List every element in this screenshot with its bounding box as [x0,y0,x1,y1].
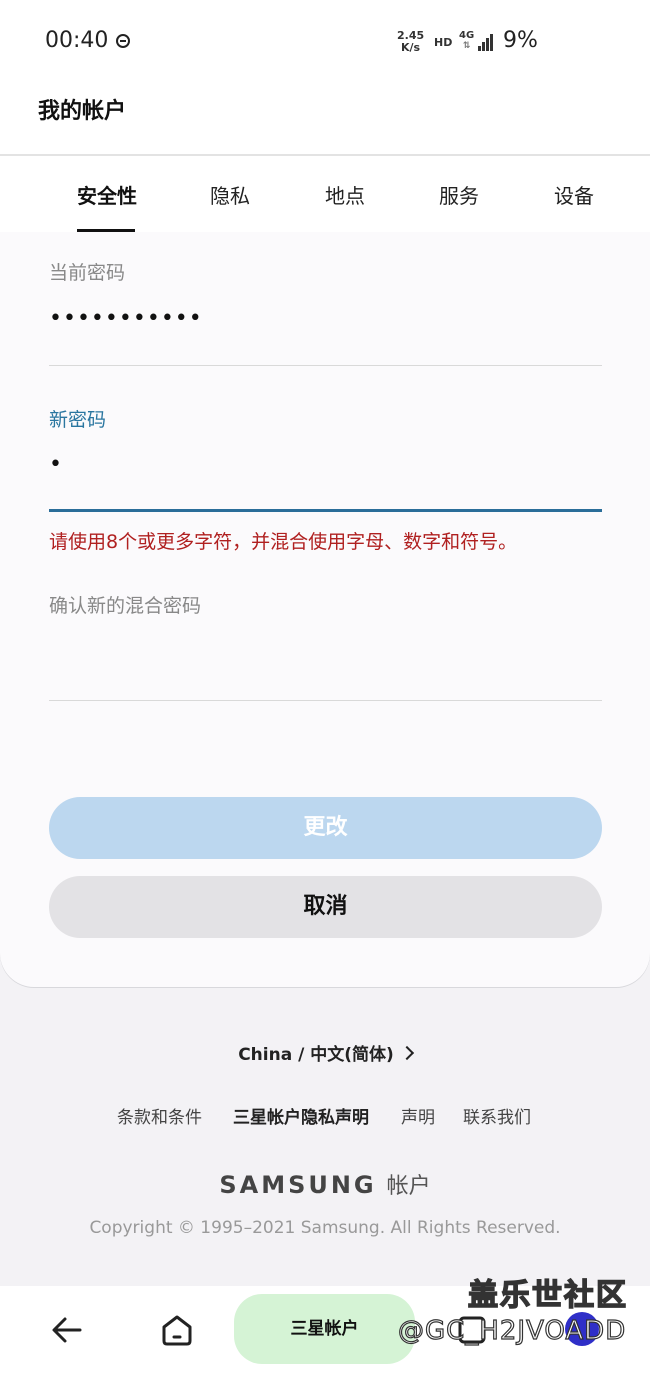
confirm-password-underline [49,700,602,701]
current-password-underline [49,365,602,366]
samsung-account-app-button[interactable]: 三星帐户 [234,1294,415,1364]
battery-level: 9% [503,28,538,53]
home-icon[interactable] [160,1313,194,1347]
current-password-label: 当前密码 [49,262,126,284]
new-password-input[interactable]: • [49,452,63,477]
watermark-site: 盖乐世社区 [467,1277,628,1314]
signal-icon [478,33,496,51]
change-button[interactable]: 更改 [49,797,602,859]
locale-selector[interactable]: China / 中文(简体) [0,1040,650,1065]
tab-privacy[interactable]: 隐私 [210,180,250,209]
account-wordmark: 帐户 [386,1174,431,1199]
tab-devices[interactable]: 设备 [554,180,594,209]
cancel-button[interactable]: 取消 [49,876,602,938]
chevron-right-icon [399,1045,414,1061]
notice-link[interactable]: 声明 [401,1103,435,1128]
current-password-input[interactable]: ••••••••••• [49,306,203,331]
network-type: 4G ⇅ [459,30,474,52]
watermark-id: @GC_H2JVOADD [397,1315,627,1346]
new-password-label: 新密码 [49,409,107,431]
copyright-text: Copyright © 1995–2021 Samsung. All Right… [89,1218,561,1238]
tab-location[interactable]: 地点 [325,180,365,209]
contact-us-link[interactable]: 联系我们 [463,1103,531,1128]
tab-bar: 安全性 隐私 地点 服务 设备 [0,156,650,232]
do-not-disturb-icon [116,34,130,48]
locale-label: China / 中文(简体) [238,1045,394,1065]
samsung-account-logo: SAMSUNG 帐户 [0,1168,650,1200]
network-speed-unit: K/s [401,41,421,54]
network-speed: 2.45 K/s [397,30,424,54]
page-title: 我的帐户 [38,99,127,124]
confirm-password-label: 确认新的混合密码 [49,595,202,617]
samsung-wordmark: SAMSUNG [219,1171,377,1199]
tab-security[interactable]: 安全性 [77,180,137,209]
back-icon[interactable] [50,1313,84,1347]
password-error-message: 请使用8个或更多字符，并混合使用字母、数字和符号。 [49,531,518,553]
status-time: 00:40 [45,28,109,53]
tab-services[interactable]: 服务 [439,180,479,209]
hd-indicator: HD [434,36,453,49]
terms-link[interactable]: 条款和条件 [117,1103,202,1128]
data-arrows-icon: ⇅ [462,41,471,51]
privacy-notice-link[interactable]: 三星帐户隐私声明 [233,1103,369,1128]
new-password-underline [49,509,602,512]
network-type-label: 4G [459,30,475,41]
